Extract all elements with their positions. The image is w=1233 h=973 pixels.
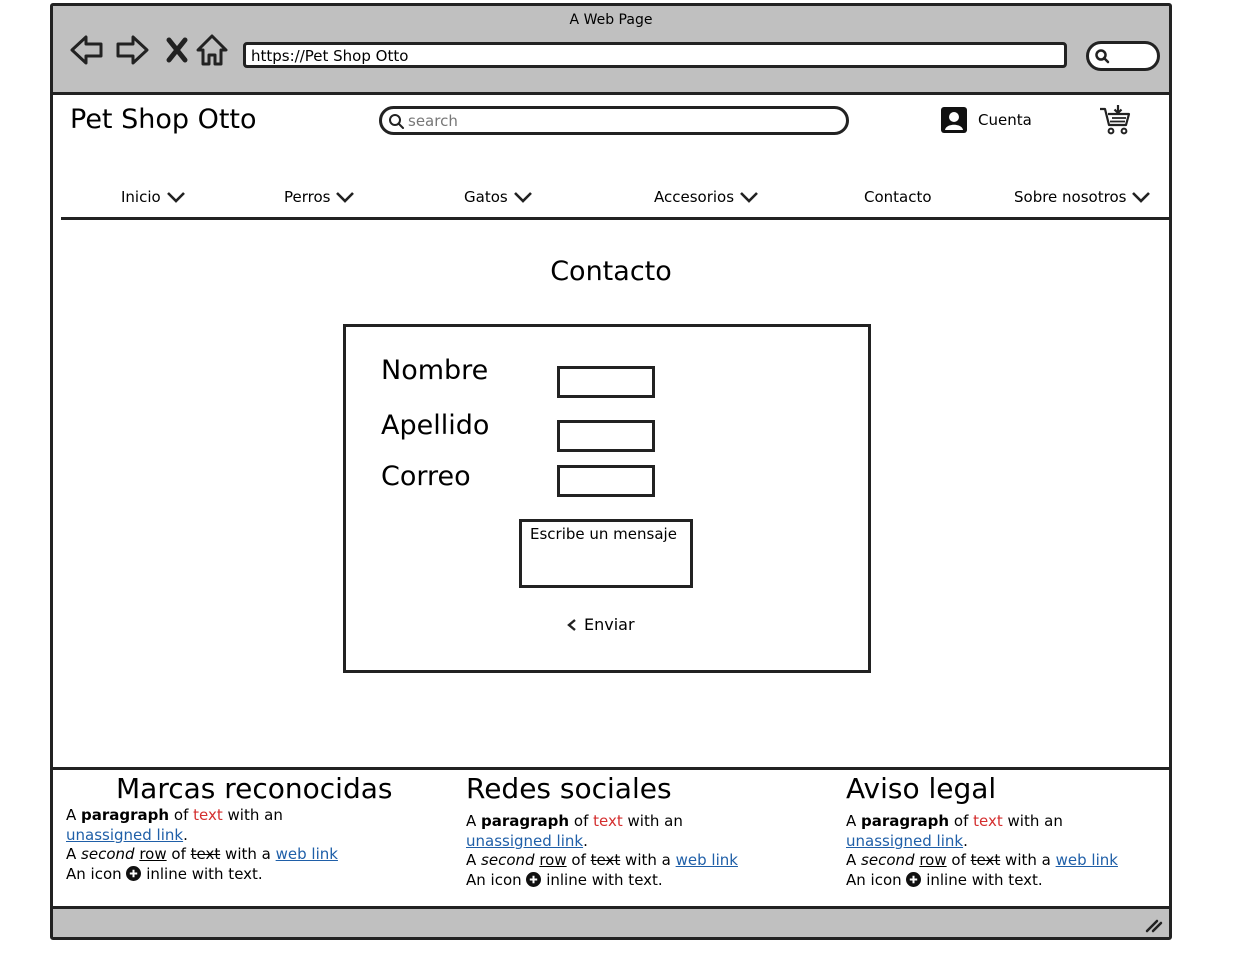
menu-item-accesorios[interactable]: Accesorios [654,188,759,206]
unassigned-link[interactable]: unassigned link [846,832,963,850]
apellido-field[interactable] [557,420,655,452]
search-icon [389,114,404,129]
status-bar [53,906,1169,937]
menu-item-gatos[interactable]: Gatos [464,188,533,206]
home-icon [196,34,228,66]
chevron-down-icon [1132,192,1151,203]
forward-arrow-icon [116,35,149,65]
footer-line: A second row of text with a web link [66,845,338,863]
main-menu: Inicio Perros Gatos Accesorios Contacto … [53,188,1169,212]
chevron-down-icon [166,192,185,203]
correo-field[interactable] [557,465,655,497]
footer-line: A paragraph of text with an [846,812,1063,830]
unassigned-link[interactable]: unassigned link [466,832,583,850]
footer-heading: Marcas reconocidas [116,772,393,805]
nombre-field[interactable] [557,366,655,398]
unassigned-link[interactable]: unassigned link [66,826,183,844]
back-button[interactable] [69,32,105,68]
footer-line: A paragraph of text with an [66,806,283,824]
footer-column-brands: Marcas reconocidas A paragraph of text w… [66,772,392,884]
browser-window: A Web Page https://Pet Shop Otto Pet Sho… [50,3,1172,940]
send-label: Enviar [584,615,635,634]
footer-line: A second row of text with a web link [846,851,1118,869]
footer-line: A second row of text with a web link [466,851,738,869]
contact-form: Nombre Apellido Correo Escribe un mensaj… [343,324,871,673]
footer-column-legal: Aviso legal A paragraph of text with an … [846,772,1118,890]
close-icon [166,37,188,63]
site-search-bar[interactable] [379,106,849,135]
chevron-left-icon [567,618,576,631]
chevron-down-icon [513,192,532,203]
site-title[interactable]: Pet Shop Otto [70,104,257,135]
plus-circle-icon [126,865,142,881]
footer-line: An icon inline with text. [846,870,1043,889]
apellido-label: Apellido [381,410,490,441]
footer-line: unassigned link. [66,825,188,844]
footer-heading: Redes sociales [466,772,672,805]
account-button[interactable]: Cuenta [940,106,1032,134]
search-icon [1095,49,1110,64]
forward-button[interactable] [114,32,150,68]
menu-item-sobre-nosotros[interactable]: Sobre nosotros [1014,188,1151,206]
menu-item-label: Gatos [464,188,508,206]
footer-column-social: Redes sociales A paragraph of text with … [466,772,738,890]
message-textarea[interactable]: Escribe un mensaje [519,519,693,588]
menu-item-inicio[interactable]: Inicio [121,188,186,206]
stop-button[interactable] [159,32,195,68]
resize-grip-icon[interactable] [1143,917,1163,933]
footer-line: An icon inline with text. [66,864,263,883]
plus-circle-icon [906,871,922,887]
shopping-cart-icon [1100,105,1131,135]
menu-item-label: Perros [284,188,331,206]
menu-item-label: Sobre nosotros [1014,188,1127,206]
menu-item-label: Inicio [121,188,161,206]
browser-chrome: A Web Page https://Pet Shop Otto [53,6,1169,95]
footer-line: A paragraph of text with an [466,812,683,830]
window-title: A Web Page [569,12,653,28]
menu-item-perros[interactable]: Perros [284,188,355,206]
cart-button[interactable] [1098,104,1132,136]
nombre-label: Nombre [381,355,489,386]
menu-item-contacto[interactable]: Contacto [864,188,932,206]
footer-heading: Aviso legal [846,772,997,805]
footer-divider [53,767,1169,770]
url-bar[interactable]: https://Pet Shop Otto [243,42,1067,68]
browser-search-button[interactable] [1086,41,1160,71]
web-link[interactable]: web link [276,845,338,863]
send-button[interactable]: Enviar [566,615,635,634]
web-link[interactable]: web link [1056,851,1118,869]
menu-divider [61,217,1169,220]
menu-item-label: Accesorios [654,188,735,206]
plus-circle-icon [526,871,542,887]
menu-item-label: Contacto [864,188,932,206]
user-icon [941,107,967,133]
account-label: Cuenta [978,111,1032,129]
footer-line: unassigned link. [846,831,968,850]
back-arrow-icon [70,35,103,65]
search-input[interactable] [408,110,828,132]
footer-line: An icon inline with text. [466,870,663,889]
chevron-down-icon [740,192,758,203]
footer-line: unassigned link. [466,831,588,850]
correo-label: Correo [381,461,471,492]
web-link[interactable]: web link [676,851,738,869]
home-button[interactable] [194,32,230,68]
page-title: Contacto [550,256,672,287]
chevron-down-icon [336,192,355,203]
